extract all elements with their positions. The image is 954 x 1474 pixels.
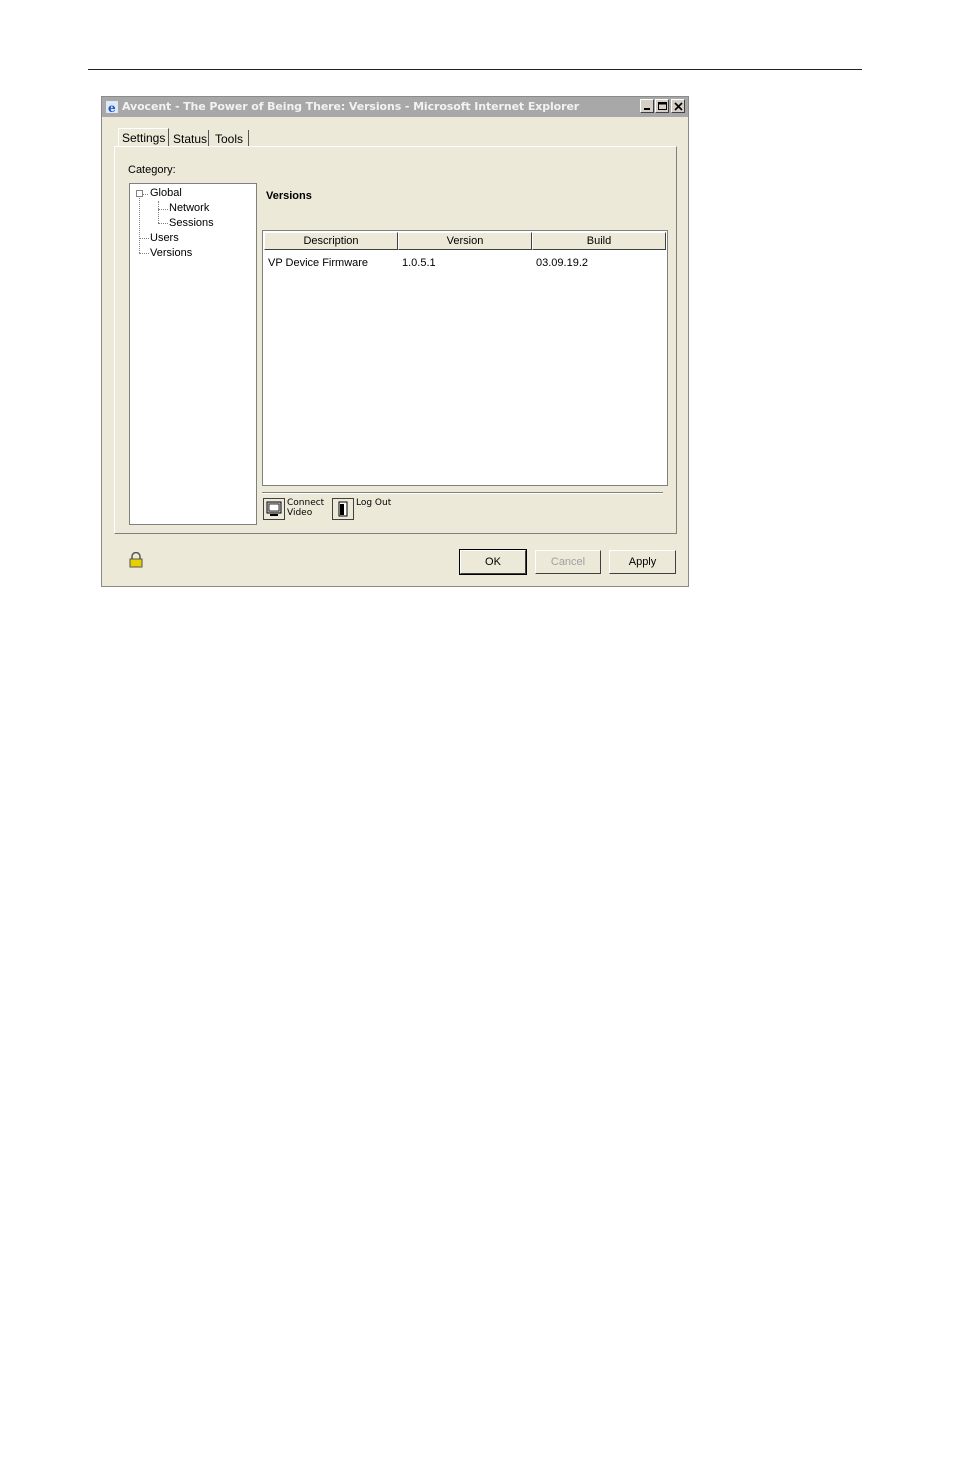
tree-connector bbox=[143, 194, 148, 195]
tree-expander[interactable] bbox=[136, 190, 143, 197]
svg-text:e: e bbox=[108, 101, 116, 114]
apply-button[interactable]: Apply bbox=[609, 550, 676, 574]
close-button[interactable] bbox=[671, 99, 685, 113]
maximize-button[interactable] bbox=[655, 99, 669, 113]
tab-settings[interactable]: Settings bbox=[118, 128, 170, 147]
tree-connector bbox=[158, 209, 168, 210]
window-title: Avocent - The Power of Being There: Vers… bbox=[122, 100, 580, 113]
minimize-icon bbox=[644, 108, 650, 110]
tree-connector bbox=[139, 198, 140, 253]
column-header-description[interactable]: Description bbox=[264, 232, 398, 250]
tree-item-global[interactable]: Global bbox=[150, 187, 182, 199]
tree-item-network[interactable]: Network bbox=[169, 202, 209, 214]
lock-icon bbox=[129, 552, 143, 568]
cell-description: VP Device Firmware bbox=[268, 257, 369, 269]
versions-table: Description Version Build VP Device Firm… bbox=[262, 230, 668, 486]
tree-item-users[interactable]: Users bbox=[150, 232, 179, 244]
page-title: Versions bbox=[266, 190, 312, 202]
category-label: Category: bbox=[128, 164, 176, 176]
tab-separator bbox=[248, 130, 249, 147]
minimize-button[interactable] bbox=[640, 99, 654, 113]
column-header-build[interactable]: Build bbox=[532, 232, 666, 250]
log-out-label: Log Out bbox=[356, 498, 392, 508]
tree-connector bbox=[158, 201, 159, 223]
tree-connector bbox=[158, 223, 168, 224]
tab-separator bbox=[208, 130, 209, 147]
ok-button[interactable]: OK bbox=[459, 549, 527, 575]
browser-window: e Avocent - The Power of Being There: Ve… bbox=[101, 96, 689, 587]
cancel-button[interactable]: Cancel bbox=[535, 550, 601, 574]
tree-item-sessions[interactable]: Sessions bbox=[169, 217, 214, 229]
title-bar[interactable]: e Avocent - The Power of Being There: Ve… bbox=[102, 97, 688, 117]
tree-item-versions[interactable]: Versions bbox=[150, 247, 192, 259]
category-tree[interactable]: Global Network Sessions Users Versions bbox=[129, 183, 257, 525]
monitor-icon bbox=[266, 501, 282, 516]
connect-video-label: Connect bbox=[287, 498, 325, 508]
tree-connector bbox=[139, 238, 149, 239]
tree-connector bbox=[139, 253, 149, 254]
page-header-rule bbox=[88, 69, 862, 70]
maximize-icon bbox=[658, 102, 667, 110]
cell-version: 1.0.5.1 bbox=[402, 257, 436, 269]
column-header-version[interactable]: Version bbox=[398, 232, 532, 250]
door-exit-icon bbox=[338, 501, 348, 517]
cell-build: 03.09.19.2 bbox=[536, 257, 588, 269]
log-out-button[interactable] bbox=[332, 498, 354, 520]
internet-explorer-icon: e bbox=[106, 101, 118, 114]
connect-video-button[interactable] bbox=[263, 498, 285, 520]
close-icon bbox=[674, 102, 683, 111]
toolbar-divider bbox=[262, 492, 663, 494]
connect-video-label-2: Video bbox=[287, 508, 313, 518]
